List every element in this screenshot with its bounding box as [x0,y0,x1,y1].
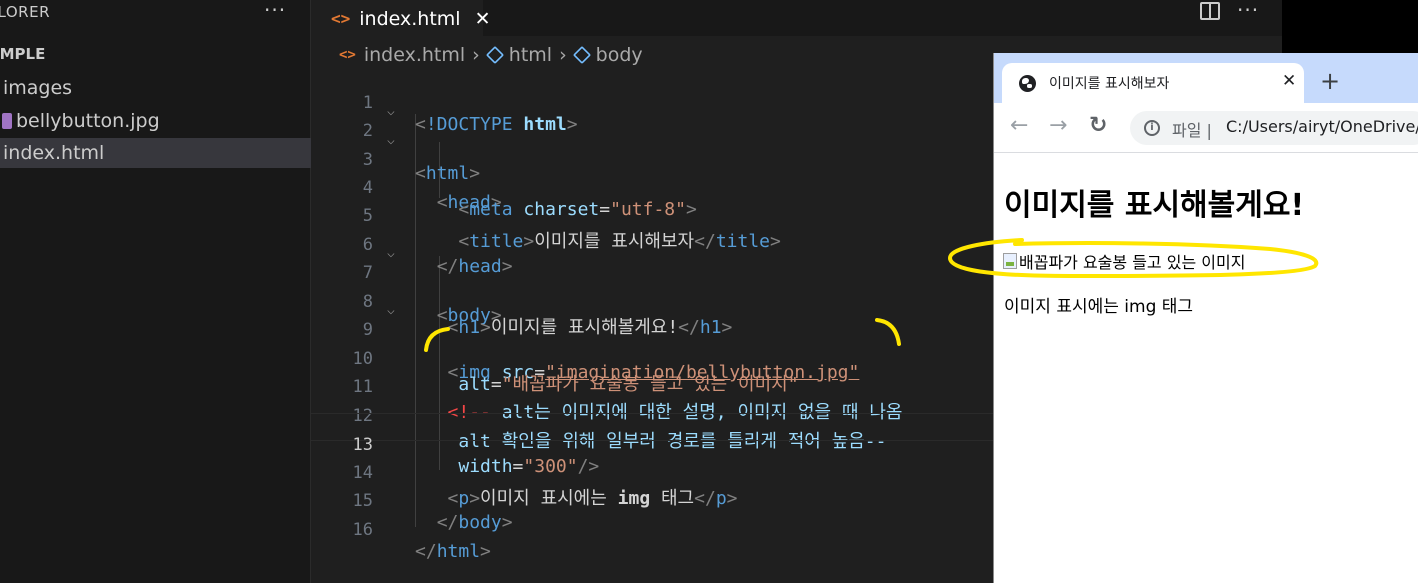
line-number: 16 [352,520,373,540]
close-icon[interactable]: ✕ [1282,71,1296,91]
html-file-icon: <> [339,47,356,63]
breadcrumb: <> index.html › html › body [339,42,643,68]
token: html [436,541,481,562]
browser-tab-title: 이미지를 표시해보자 [1049,76,1170,92]
line-text: </html> [415,541,491,562]
tree-item-label: images [3,77,73,99]
browser-window: 이미지를 표시해보자 ✕ + ← → ↻ i 파일 | C:/Users/air… [993,53,1418,583]
broken-image-icon [1003,253,1017,269]
chevron-down-icon[interactable]: ⌵ [387,303,395,318]
new-tab-button[interactable]: + [1320,69,1340,93]
address-scheme-label: 파일 | [1172,121,1212,140]
browser-tab[interactable]: 이미지를 표시해보자 ✕ [1002,63,1304,103]
page-paragraph: 이미지 표시에는 img 태그 [1004,297,1194,317]
tree-item-index-html[interactable]: index.html [0,138,311,168]
html-file-icon: <> [331,9,351,28]
tree-item-label: bellybutton.jpg [16,110,160,132]
browser-toolbar: ← → ↻ i 파일 | C:/Users/airyt/OneDrive/ [994,103,1418,153]
info-icon[interactable]: i [1144,120,1160,136]
browser-tab-strip: 이미지를 표시해보자 ✕ + [994,53,1418,103]
page-viewport: 이미지를 표시해볼게요! 배꼽파가 요술봉 들고 있는 이미지 이미지 표시에는… [994,154,1418,583]
tree-item-label: index.html [3,142,105,164]
background-area [1282,0,1418,53]
breadcrumb-file[interactable]: index.html [364,44,465,66]
tree-item-images-folder[interactable]: images [0,73,311,103]
reload-button[interactable]: ↻ [1089,113,1107,138]
chevron-right-icon: › [472,44,480,66]
symbol-element-icon [572,45,591,65]
explorer-header: PLORER ··· [0,0,310,24]
chevron-down-icon[interactable]: ⌵ [387,246,395,261]
back-button[interactable]: ← [1010,113,1028,138]
breadcrumb-html[interactable]: html [509,44,552,66]
page-heading: 이미지를 표시해볼게요! [1004,188,1305,223]
address-url[interactable]: C:/Users/airyt/OneDrive/ [1226,117,1418,136]
editor-more-icon[interactable]: ··· [1237,0,1259,22]
address-bar[interactable]: i 파일 | C:/Users/airyt/OneDrive/ [1130,111,1418,145]
image-file-icon [2,113,12,129]
breadcrumb-body[interactable]: body [596,44,643,66]
editor-tab-bar: <> index.html ✕ ··· [311,0,1282,36]
tab-index-html[interactable]: <> index.html ✕ [311,0,491,36]
split-editor-icon[interactable] [1200,2,1220,20]
explorer-more-icon[interactable]: ··· [264,0,286,22]
forward-button[interactable]: → [1049,113,1067,138]
globe-icon [1019,75,1036,92]
project-folder[interactable]: AMPLE [0,45,45,63]
chevron-right-icon: › [559,44,567,66]
image-alt-text: 배꼽파가 요술봉 들고 있는 이미지 [1019,253,1246,272]
explorer-title: PLORER [0,3,50,21]
tree-item-bellybutton-jpg[interactable]: bellybutton.jpg [0,106,311,136]
symbol-element-icon [485,45,504,65]
tab-label: index.html [359,7,461,30]
close-icon[interactable]: ✕ [475,8,491,30]
broken-image: 배꼽파가 요술봉 들고 있는 이미지 [1003,249,1245,273]
chevron-down-icon[interactable]: ⌵ [387,104,395,119]
explorer-sidebar: PLORER ··· AMPLE images bellybutton.jpg … [0,0,311,583]
chevron-down-icon[interactable]: ⌵ [387,133,395,148]
